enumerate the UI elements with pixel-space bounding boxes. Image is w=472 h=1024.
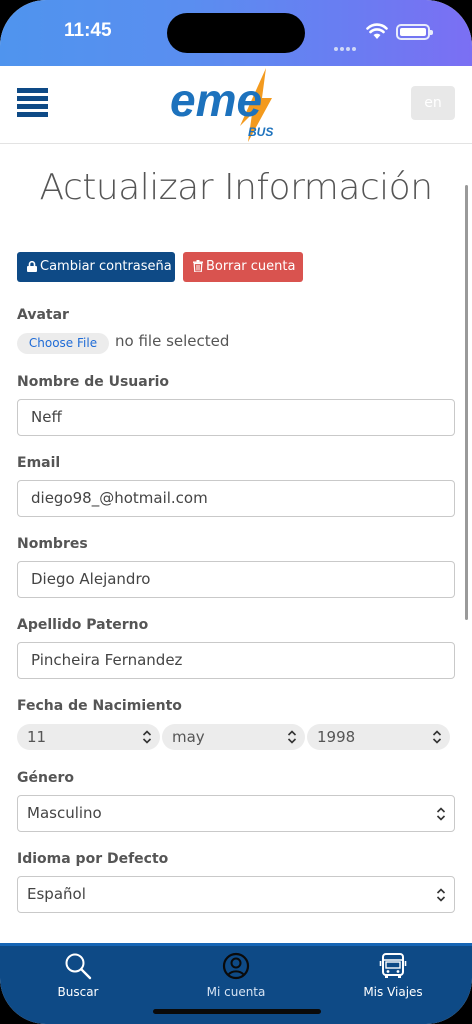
menu-icon[interactable] (17, 88, 48, 118)
cellular-signal-icon (334, 36, 358, 51)
updown-chevron-icon (436, 887, 446, 902)
tab-mi-cuenta[interactable]: Mi cuenta (176, 952, 296, 999)
svg-text:eme: eme (170, 74, 262, 126)
file-status-text: no file selected (115, 332, 230, 350)
dynamic-island (167, 13, 305, 53)
phone-screen: 11:45 eme BUS en Actualizar Información … (0, 0, 472, 1024)
language-label: Idioma por Defecto (17, 851, 169, 867)
bus-icon (379, 953, 407, 978)
username-label: Nombre de Usuario (17, 374, 170, 390)
tab-mi-cuenta-label: Mi cuenta (206, 985, 266, 999)
lock-icon (27, 260, 37, 272)
email-field[interactable]: diego98_@hotmail.com (17, 480, 455, 517)
updown-chevron-icon (436, 806, 446, 821)
eme-bus-logo: eme BUS (170, 68, 273, 142)
lastname-field[interactable]: Pincheira Fernandez (17, 642, 455, 679)
language-toggle-button[interactable]: en (411, 86, 455, 120)
gender-label: Género (17, 770, 74, 786)
birth-day-value: 11 (27, 728, 47, 746)
updown-chevron-icon (142, 730, 152, 744)
home-indicator (153, 1009, 321, 1014)
app-header: eme BUS en (0, 66, 472, 144)
search-icon (65, 953, 92, 980)
tab-mis-viajes[interactable]: Mis Viajes (333, 952, 453, 999)
main-content: Actualizar Información Cambiar contraseñ… (0, 145, 472, 945)
delete-account-label: Borrar cuenta (206, 259, 296, 274)
tab-buscar[interactable]: Buscar (18, 952, 138, 999)
avatar-label: Avatar (17, 307, 69, 323)
updown-chevron-icon (287, 730, 297, 744)
names-field[interactable]: Diego Alejandro (17, 561, 455, 598)
gender-value: Masculino (27, 804, 102, 822)
choose-file-button[interactable]: Choose File (17, 333, 109, 354)
language-select[interactable]: Español (17, 876, 455, 913)
birth-month-select[interactable]: may (162, 724, 305, 750)
tab-mis-viajes-label: Mis Viajes (363, 985, 423, 999)
scrollbar[interactable] (465, 185, 468, 620)
gender-select[interactable]: Masculino (17, 795, 455, 832)
lastname-label: Apellido Paterno (17, 617, 149, 633)
battery-icon (396, 24, 433, 40)
language-value: Español (27, 885, 86, 903)
user-circle-icon (222, 952, 250, 980)
birth-month-value: may (172, 728, 205, 746)
tab-buscar-label: Buscar (57, 985, 99, 999)
svg-text:BUS: BUS (248, 125, 273, 139)
birth-day-select[interactable]: 11 (17, 724, 160, 750)
username-field[interactable]: Neff (17, 399, 455, 436)
birthdate-label: Fecha de Nacimiento (17, 698, 182, 714)
status-bar: 11:45 (0, 0, 472, 66)
trash-icon (193, 260, 203, 273)
names-label: Nombres (17, 536, 88, 552)
wifi-icon (366, 23, 388, 39)
birth-year-value: 1998 (317, 728, 356, 746)
page-title: Actualizar Información (39, 167, 433, 208)
change-password-label: Cambiar contraseña (40, 259, 172, 274)
delete-account-button[interactable]: Borrar cuenta (183, 252, 303, 282)
updown-chevron-icon (432, 730, 442, 744)
change-password-button[interactable]: Cambiar contraseña (17, 252, 175, 282)
birth-year-select[interactable]: 1998 (307, 724, 450, 750)
status-time: 11:45 (64, 20, 112, 41)
email-label: Email (17, 455, 61, 471)
